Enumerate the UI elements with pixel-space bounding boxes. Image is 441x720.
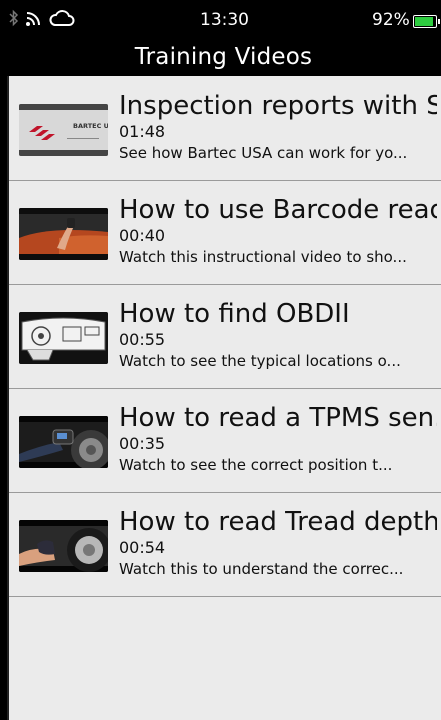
title-bar: Training Videos — [7, 38, 440, 76]
video-duration: 00:55 — [119, 330, 166, 349]
bartec-logo-thumbnail: BARTEC USA — [19, 104, 108, 156]
video-description: Watch to see the correct position t... — [119, 456, 393, 474]
video-title: How to read a TPMS sen... — [119, 403, 437, 433]
device-frame: 13:30 92% Training Videos BARTEC U Inspe… — [0, 0, 441, 720]
video-title: How to read Tread depth — [119, 507, 437, 537]
dashboard-diagram-thumbnail — [19, 312, 108, 364]
bartec-logo-text: BARTEC USA — [73, 122, 108, 130]
video-item-read-tpms-sensor[interactable]: How to read a TPMS sen... 00:35 Watch to… — [9, 388, 441, 493]
cloud-icon — [49, 9, 75, 31]
video-item-inspection-reports[interactable]: BARTEC USA Inspection reports with S... … — [9, 76, 441, 181]
tire-tread-thumbnail — [19, 520, 108, 572]
video-list[interactable]: BARTEC USA Inspection reports with S... … — [7, 76, 441, 720]
video-title: Inspection reports with S... — [119, 91, 437, 121]
video-description: Watch this to understand the correc... — [119, 560, 404, 578]
car-interior-thumbnail — [19, 208, 108, 260]
video-title: How to use Barcode reader — [119, 195, 437, 225]
video-duration: 00:35 — [119, 434, 166, 453]
video-duration: 01:48 — [119, 122, 166, 141]
page-title: Training Videos — [134, 44, 313, 70]
video-item-barcode-reader[interactable]: How to use Barcode reader 00:40 Watch th… — [9, 180, 441, 285]
status-time: 13:30 — [200, 10, 249, 30]
screen: 13:30 92% Training Videos BARTEC U Inspe… — [7, 0, 441, 720]
video-item-find-obdii[interactable]: How to find OBDII 00:55 Watch to see the… — [9, 284, 441, 389]
video-item-read-tread-depth[interactable]: How to read Tread depth 00:54 Watch this… — [9, 492, 441, 597]
wifi-icon — [25, 9, 43, 31]
video-duration: 00:54 — [119, 538, 166, 557]
video-title: How to find OBDII — [119, 299, 350, 329]
video-description: Watch this instructional video to sho... — [119, 248, 407, 266]
status-icons — [9, 9, 75, 31]
battery-percent: 92% — [372, 10, 410, 30]
tpms-tool-thumbnail — [19, 416, 108, 468]
battery-icon — [413, 15, 440, 28]
video-description: See how Bartec USA can work for yo... — [119, 144, 408, 162]
status-bar: 13:30 92% — [7, 0, 440, 40]
video-duration: 00:40 — [119, 226, 166, 245]
bluetooth-icon — [9, 9, 19, 31]
video-description: Watch to see the typical locations o... — [119, 352, 401, 370]
battery-level-fill — [415, 17, 434, 26]
